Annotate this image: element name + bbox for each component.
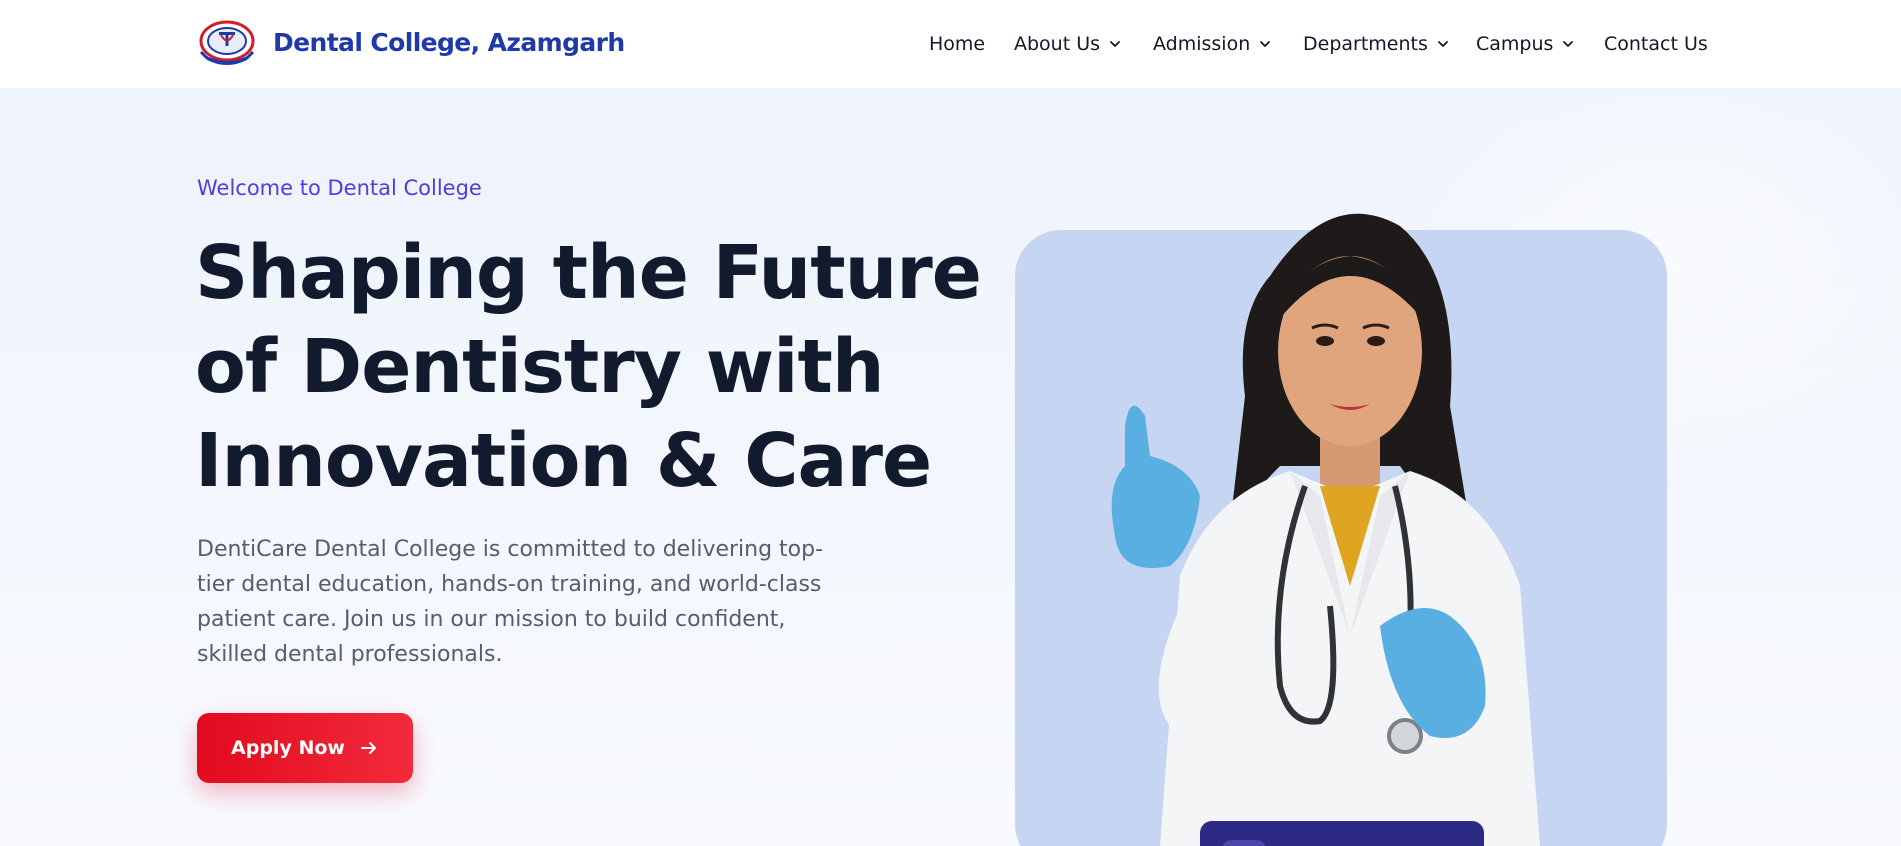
nav-contact-us[interactable]: Contact Us [1604,33,1708,55]
chevron-down-icon [1260,41,1271,47]
arrow-right-icon [360,742,376,754]
chevron-down-icon [1110,41,1120,47]
nav-departments-label: Departments [1303,33,1428,55]
doctor-illustration [1111,213,1540,846]
nav-admission-label: Admission [1153,33,1251,55]
nav-about-us[interactable]: About Us [1014,33,1122,55]
nav-home-label: Home [929,33,986,55]
nav-campus[interactable]: Campus [1476,33,1575,55]
college-logo-icon[interactable] [197,20,257,66]
hero-eyebrow: Welcome to Dental College [197,176,482,200]
hero-headline: Shaping the Future of Dentistry with Inn… [195,226,982,508]
hero-headline-line: Innovation & Care [195,418,932,504]
site-header: Dental College, Azamgarh Home About Us A… [0,0,1901,88]
nav-departments[interactable]: Departments [1303,33,1450,55]
hero-section: Welcome to Dental College Shaping the Fu… [0,88,1901,846]
nav-campus-label: Campus [1476,33,1554,55]
nav-contact-us-label: Contact Us [1604,33,1708,55]
chevron-down-icon [1437,41,1448,47]
nav-admission[interactable]: Admission [1153,33,1272,55]
hero-headline-line: Shaping the Future [195,230,982,316]
nav-home[interactable]: Home [929,33,985,55]
stat-card-icon [1222,840,1266,846]
hero-description: DentiCare Dental College is committed to… [197,537,824,667]
brand-name[interactable]: Dental College, Azamgarh [273,28,625,57]
hero-headline-line: of Dentistry with [195,324,885,410]
apply-now-button[interactable]: Apply Now [197,713,413,783]
apply-now-label: Apply Now [231,737,345,759]
nav-about-us-label: About Us [1014,33,1101,55]
chevron-down-icon [1563,41,1574,47]
